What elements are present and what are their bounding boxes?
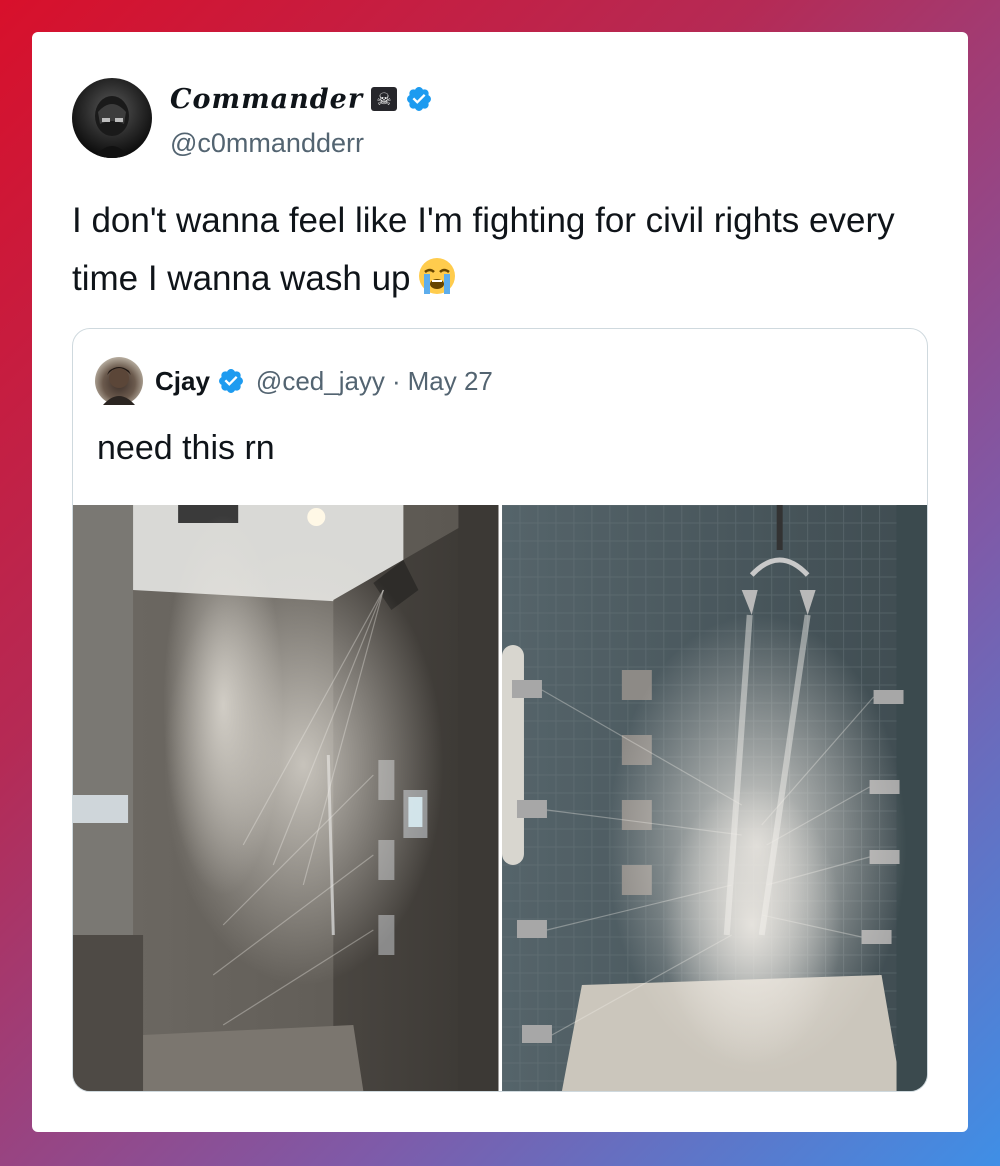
quoted-author-handle[interactable]: @ced_jayy — [256, 366, 385, 397]
meta-separator: · — [391, 365, 401, 396]
quoted-author-name[interactable]: Cjay — [155, 366, 210, 397]
tweet-text: I don't wanna feel like I'm fighting for… — [72, 201, 895, 298]
tweet-card: Commander ☠ @c0mmandderr I don't wanna f… — [32, 32, 968, 1132]
verified-badge-icon — [407, 87, 432, 111]
rainfall-shower-photo[interactable] — [73, 505, 499, 1091]
quoted-date[interactable]: May 27 — [408, 366, 493, 397]
multi-jet-shower-photo[interactable] — [501, 505, 927, 1091]
skull-crossbones-icon: ☠ — [371, 87, 398, 111]
quoted-media — [73, 505, 927, 1091]
author-avatar[interactable] — [72, 78, 152, 158]
quoted-tweet[interactable]: Cjay @ced_jayy · May 27 need this rn — [72, 328, 928, 1092]
author-name[interactable]: Commander — [170, 84, 363, 115]
verified-badge-icon — [218, 369, 243, 393]
author-handle[interactable]: @c0mmandderr — [170, 128, 364, 159]
quoted-text: need this rn — [97, 429, 275, 467]
author-name-row: Commander ☠ — [170, 82, 433, 116]
tweet-body: I don't wanna feel like I'm fighting for… — [72, 192, 922, 308]
loudly-crying-face-icon — [418, 258, 455, 294]
quoted-header: Cjay @ced_jayy · May 27 — [155, 363, 493, 399]
quoted-author-avatar[interactable] — [95, 357, 143, 405]
